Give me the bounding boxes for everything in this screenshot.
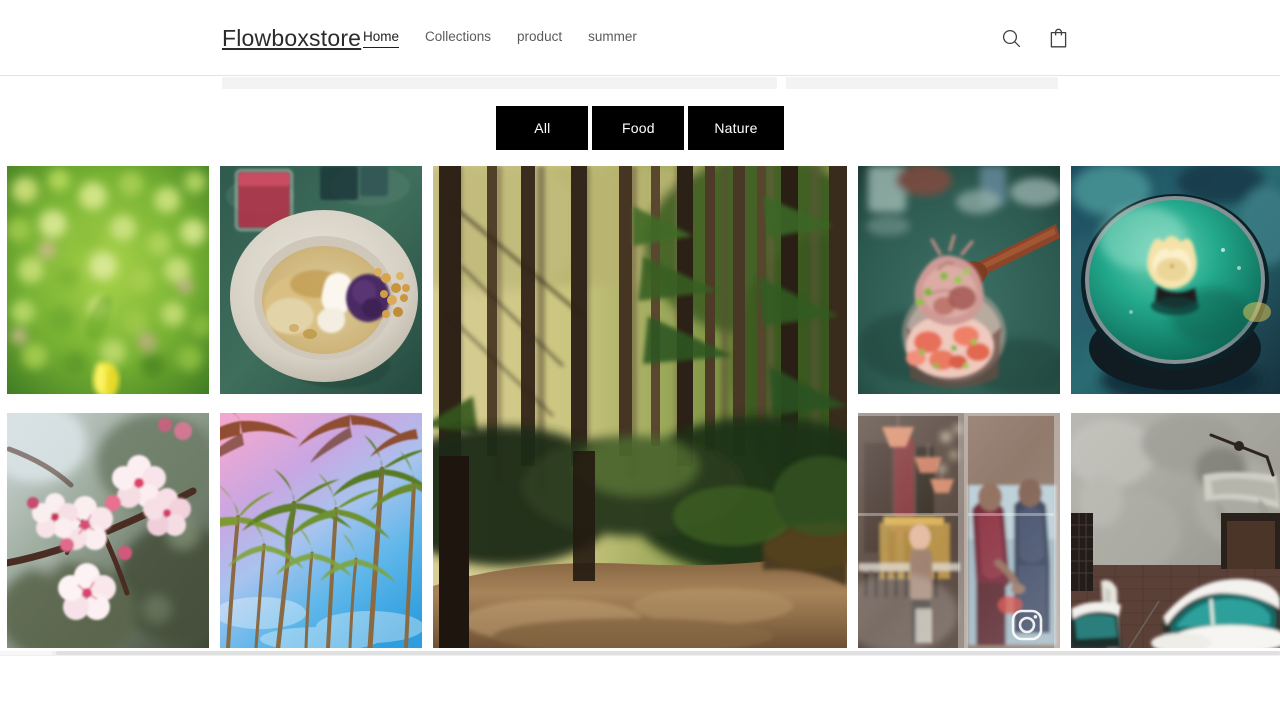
gallery-item-dessert[interactable] — [220, 166, 422, 394]
nav-item-product[interactable]: product — [517, 29, 562, 47]
horizontal-scrollbar-thumb[interactable] — [56, 651, 1280, 655]
gallery-item-palms[interactable] — [220, 413, 422, 648]
palms-photo — [220, 413, 422, 648]
forest-photo — [433, 166, 847, 648]
placeholder-bar-left — [222, 77, 777, 89]
site-brand[interactable]: Flowboxstore — [222, 25, 361, 52]
gallery-item-tartare[interactable] — [858, 166, 1060, 394]
gallery-item-car[interactable] — [1071, 413, 1280, 648]
instagram-icon[interactable] — [1010, 608, 1044, 642]
nav-item-summer[interactable]: summer — [588, 29, 637, 47]
blossom-photo — [7, 413, 209, 648]
image-gallery — [0, 166, 1280, 649]
gallery-item-forest[interactable] — [433, 166, 847, 648]
site-header: Flowboxstore Home Collections product su… — [0, 0, 1280, 76]
gallery-item-teal-bowl[interactable] — [1071, 166, 1280, 394]
nav-item-collections[interactable]: Collections — [425, 29, 491, 47]
car-photo — [1071, 413, 1280, 648]
tartare-photo — [858, 166, 1060, 394]
leaves-photo — [7, 166, 209, 394]
main-navigation: Home Collections product summer — [363, 29, 663, 48]
teal-bowl-photo — [1071, 166, 1280, 394]
cart-button[interactable] — [1044, 24, 1072, 52]
gallery-item-leaves[interactable] — [7, 166, 209, 394]
scrolled-section-remnant — [0, 77, 1280, 91]
filter-button-food[interactable]: Food — [592, 106, 685, 150]
filter-button-all[interactable]: All — [496, 106, 589, 150]
dessert-photo — [220, 166, 422, 394]
search-icon — [1002, 29, 1020, 47]
gallery-item-blossom[interactable] — [7, 413, 209, 648]
header-actions — [997, 24, 1072, 52]
nav-item-home[interactable]: Home — [363, 29, 400, 48]
search-button[interactable] — [997, 24, 1025, 52]
gallery-filter-bar: All Food Nature — [0, 106, 1280, 150]
cart-icon — [1050, 28, 1066, 48]
scrollbar-left-gap — [0, 651, 52, 655]
page-bottom-area — [0, 656, 1280, 720]
placeholder-bar-right — [786, 77, 1058, 89]
filter-button-nature[interactable]: Nature — [688, 106, 784, 150]
gallery-item-storefront[interactable] — [858, 413, 1060, 648]
